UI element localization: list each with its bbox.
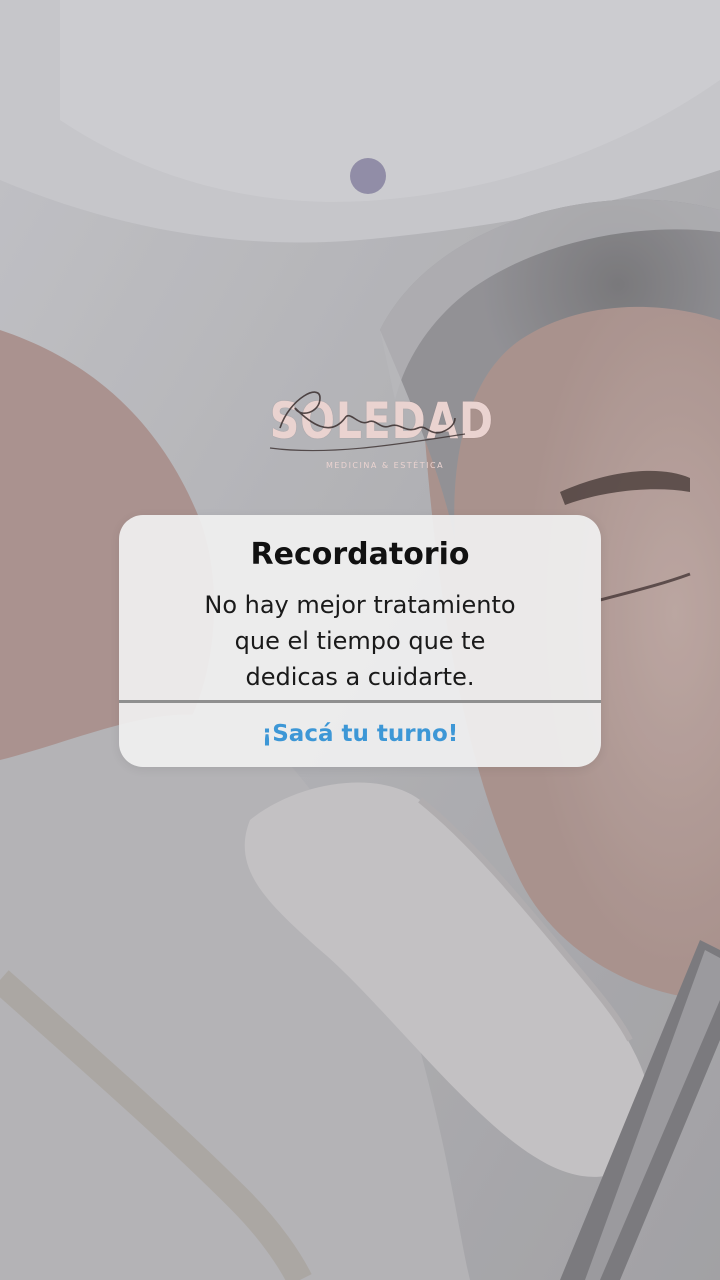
brand-logo: SOLEDAD MEDICINA & ESTÉTICA <box>250 378 493 478</box>
reminder-message-line: que el tiempo que te <box>234 627 486 655</box>
reminder-title: Recordatorio <box>250 537 470 572</box>
logo-tagline: MEDICINA & ESTÉTICA <box>325 461 445 470</box>
reminder-message: No hay mejor tratamiento que el tiempo q… <box>149 587 571 695</box>
reminder-card: Recordatorio No hay mejor tratamiento qu… <box>119 515 601 767</box>
book-appointment-button[interactable]: ¡Sacá tu turno! <box>119 703 601 767</box>
reminder-message-line: No hay mejor tratamiento <box>204 591 516 619</box>
logo-script-signature <box>269 391 466 452</box>
story-screen: SOLEDAD MEDICINA & ESTÉTICA Recordatorio… <box>0 0 720 1280</box>
reminder-message-line: dedicas a cuidarte. <box>245 663 475 691</box>
